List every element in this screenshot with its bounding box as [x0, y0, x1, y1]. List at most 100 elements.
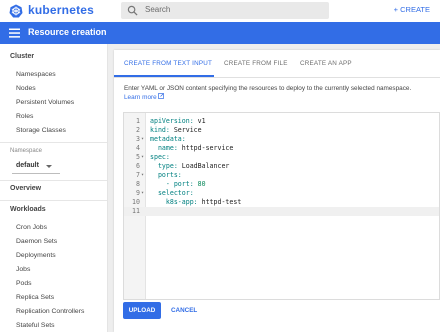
- sidebar-item-stateful-sets[interactable]: Stateful Sets: [16, 322, 55, 329]
- fold-toggle-icon[interactable]: ▾: [141, 190, 144, 196]
- line-number: 4: [136, 144, 140, 152]
- yaml-value: LoadBalancer: [177, 162, 230, 170]
- yaml-key: spec:: [150, 153, 170, 161]
- yaml-key: ports:: [150, 171, 182, 179]
- resource-creation-card: CREATE FROM TEXT INPUT CREATE FROM FILE …: [114, 50, 440, 332]
- search-icon: [127, 5, 138, 16]
- page-title: Resource creation: [28, 27, 107, 37]
- code-text: name: httpd-service: [150, 144, 233, 152]
- sidebar-divider: [0, 180, 107, 181]
- sidebar-item-replication-controllers[interactable]: Replication Controllers: [16, 308, 84, 315]
- editor-line[interactable]: 3 ▾ metadata:: [124, 135, 439, 144]
- yaml-key: type:: [150, 162, 178, 170]
- editor-line[interactable]: 8 - port: 80: [124, 180, 439, 189]
- editor-line[interactable]: 9 ▾ selector:: [124, 189, 439, 198]
- yaml-value: httpd-test: [197, 198, 242, 206]
- editor-line[interactable]: 7 ▾ ports:: [124, 171, 439, 180]
- editor-line[interactable]: 2 kind: Service: [124, 126, 439, 135]
- description: Enter YAML or JSON content specifying th…: [124, 85, 412, 92]
- line-number: 11: [132, 207, 140, 215]
- code-text: kind: Service: [150, 126, 202, 134]
- line-number: 7: [136, 171, 140, 179]
- sidebar-item-replica-sets[interactable]: Replica Sets: [16, 294, 54, 301]
- tab-create-from-file[interactable]: CREATE FROM FILE: [224, 60, 288, 67]
- line-number: 10: [132, 198, 140, 206]
- learn-more-link[interactable]: Learn more: [124, 93, 165, 101]
- fold-toggle-icon[interactable]: ▾: [141, 154, 144, 160]
- yaml-value: Service: [169, 126, 202, 134]
- line-number: 6: [136, 162, 140, 170]
- line-number: 8: [136, 180, 140, 188]
- sidebar-item-jobs[interactable]: Jobs: [16, 266, 30, 273]
- create-button[interactable]: + CREATE: [394, 5, 430, 14]
- yaml-editor[interactable]: 1 apiVersion: v1 2 kind: Service 3 ▾ metadata:…: [123, 112, 440, 300]
- sidebar-item-pods[interactable]: Pods: [16, 280, 32, 287]
- line-number: 2: [136, 126, 140, 134]
- line-number: 5: [136, 153, 140, 161]
- yaml-key: k8s-app:: [150, 198, 198, 206]
- page-header: Resource creation: [0, 22, 440, 44]
- yaml-value: 80: [193, 180, 206, 188]
- sidebar-item-persistent-volumes[interactable]: Persistent Volumes: [16, 99, 74, 106]
- editor-line[interactable]: 10 k8s-app: httpd-test: [124, 198, 439, 207]
- description-text: Enter YAML or JSON content specifying th…: [124, 84, 434, 102]
- sidebar-divider: [0, 200, 107, 201]
- line-number: 1: [136, 117, 140, 125]
- code-text: k8s-app: httpd-test: [150, 198, 241, 206]
- sidebar-item-daemon-sets[interactable]: Daemon Sets: [16, 238, 57, 245]
- cancel-button[interactable]: CANCEL: [171, 307, 197, 314]
- yaml-value: v1: [193, 117, 206, 125]
- sidebar-item-overview[interactable]: Overview: [10, 185, 41, 192]
- namespace-underline: [12, 173, 60, 174]
- learn-more-label[interactable]: Learn more: [124, 94, 157, 101]
- sidebar: Cluster Namespaces Nodes Persistent Volu…: [0, 44, 108, 332]
- yaml-key: metadata:: [150, 135, 186, 143]
- yaml-value: httpd-service: [177, 144, 234, 152]
- code-text: ports:: [150, 171, 182, 179]
- code-text: selector:: [150, 189, 194, 197]
- yaml-key: selector:: [150, 189, 194, 197]
- search-box[interactable]: Search: [121, 2, 329, 19]
- editor-line[interactable]: 1 apiVersion: v1: [124, 117, 439, 126]
- code-text: metadata:: [150, 135, 186, 143]
- namespace-select[interactable]: default: [16, 162, 39, 169]
- sidebar-section-cluster[interactable]: Cluster: [10, 53, 34, 60]
- code-text: - port: 80: [150, 180, 206, 188]
- code-text: type: LoadBalancer: [150, 162, 229, 170]
- hamburger-menu-icon[interactable]: [9, 28, 20, 38]
- kubernetes-logo-icon[interactable]: [9, 4, 23, 18]
- namespace-label: Namespace: [10, 148, 43, 154]
- upload-button[interactable]: UPLOAD: [123, 302, 161, 319]
- code-text: spec:: [150, 153, 170, 161]
- sidebar-item-namespaces[interactable]: Namespaces: [16, 71, 56, 78]
- code-text: apiVersion: v1: [150, 117, 206, 125]
- external-link-icon[interactable]: [158, 93, 165, 99]
- editor-line[interactable]: 4 name: httpd-service: [124, 144, 439, 153]
- editor-line[interactable]: 11: [124, 207, 439, 216]
- fold-toggle-icon[interactable]: ▾: [141, 172, 144, 178]
- brand-name[interactable]: kubernetes: [28, 3, 94, 17]
- search-input[interactable]: Search: [145, 5, 170, 14]
- fold-toggle-icon[interactable]: ▾: [141, 136, 144, 142]
- sidebar-divider: [0, 142, 107, 143]
- editor-line[interactable]: 6 type: LoadBalancer: [124, 162, 439, 171]
- sidebar-item-roles[interactable]: Roles: [16, 113, 33, 120]
- chevron-down-icon[interactable]: [46, 165, 52, 168]
- sidebar-item-nodes[interactable]: Nodes: [16, 85, 36, 92]
- sidebar-item-cron-jobs[interactable]: Cron Jobs: [16, 224, 47, 231]
- sidebar-item-storage-classes[interactable]: Storage Classes: [16, 127, 66, 134]
- yaml-key: apiVersion:: [150, 117, 194, 125]
- sidebar-section-workloads[interactable]: Workloads: [10, 206, 46, 213]
- yaml-key: kind:: [150, 126, 170, 134]
- yaml-key: - port:: [150, 180, 194, 188]
- line-number: 9: [136, 189, 140, 197]
- editor-line[interactable]: 5 ▾ spec:: [124, 153, 439, 162]
- tab-create-an-app[interactable]: CREATE AN APP: [300, 60, 352, 67]
- line-number: 3: [136, 135, 140, 143]
- tab-create-from-text-input[interactable]: CREATE FROM TEXT INPUT: [124, 60, 212, 67]
- top-bar: kubernetes Search + CREATE: [0, 0, 440, 23]
- active-tab-indicator: [114, 75, 214, 77]
- yaml-key: name:: [150, 144, 178, 152]
- tab-bar: CREATE FROM TEXT INPUT CREATE FROM FILE …: [114, 50, 440, 78]
- sidebar-item-deployments[interactable]: Deployments: [16, 252, 56, 259]
